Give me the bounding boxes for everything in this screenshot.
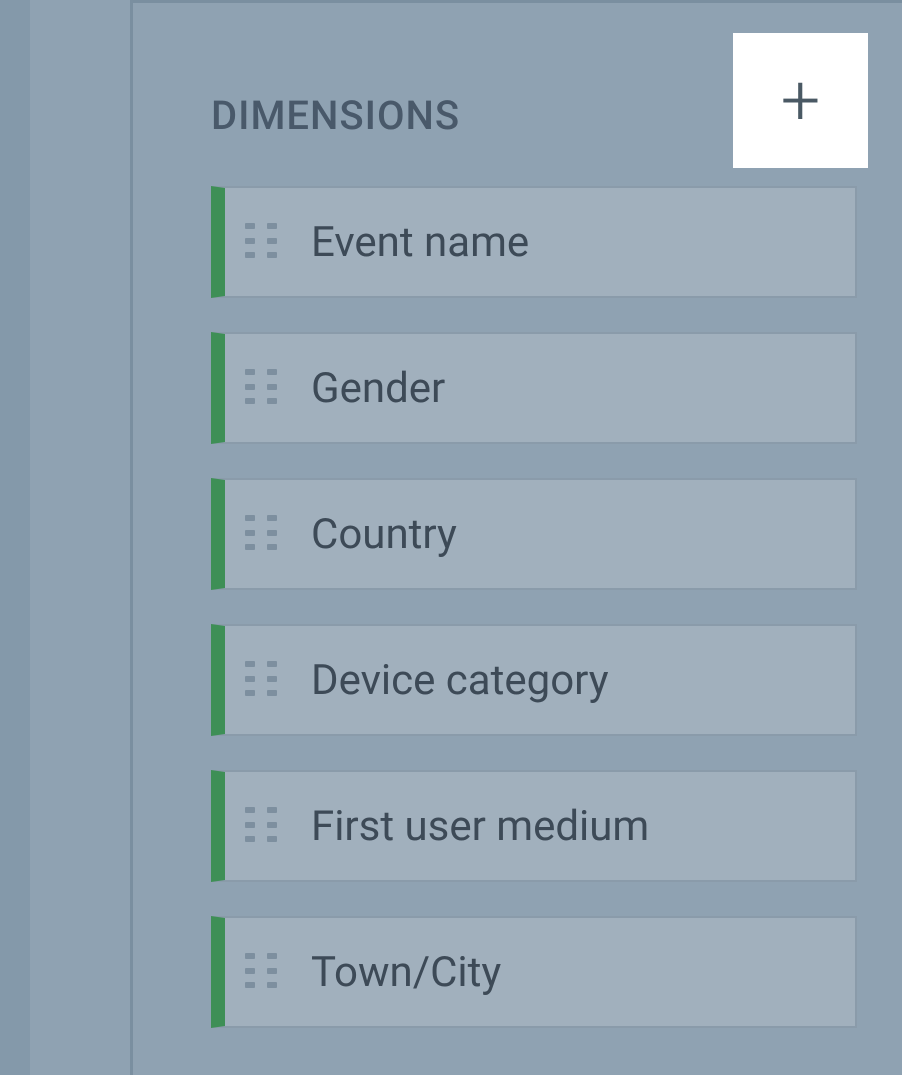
dimension-label: Country [311, 510, 457, 559]
dimension-item-first-user-medium[interactable]: First user medium [211, 770, 857, 882]
drag-handle-icon[interactable] [245, 515, 283, 553]
dimension-label: Device category [311, 656, 609, 705]
dimension-item-town-city[interactable]: Town/City [211, 916, 857, 1028]
add-dimension-button[interactable]: + [733, 33, 868, 168]
dimension-label: First user medium [311, 802, 649, 851]
drag-handle-icon[interactable] [245, 369, 283, 407]
drag-handle-icon[interactable] [245, 661, 283, 699]
dimension-item-country[interactable]: Country [211, 478, 857, 590]
dimensions-list: Event name Gender Country [133, 186, 902, 1028]
dimension-label: Event name [311, 218, 529, 267]
plus-icon: + [781, 66, 821, 136]
outer-frame: DIMENSIONS + Event name Gen [0, 0, 902, 1075]
drag-handle-icon[interactable] [245, 807, 283, 845]
dimension-item-gender[interactable]: Gender [211, 332, 857, 444]
drag-handle-icon[interactable] [245, 223, 283, 261]
dimension-item-device-category[interactable]: Device category [211, 624, 857, 736]
section-header: DIMENSIONS + [133, 3, 902, 168]
dimensions-panel: DIMENSIONS + Event name Gen [130, 0, 902, 1075]
drag-handle-icon[interactable] [245, 953, 283, 991]
dimension-item-event-name[interactable]: Event name [211, 186, 857, 298]
dimension-label: Gender [311, 364, 445, 413]
section-title: DIMENSIONS [211, 92, 460, 139]
dimension-label: Town/City [311, 948, 501, 997]
